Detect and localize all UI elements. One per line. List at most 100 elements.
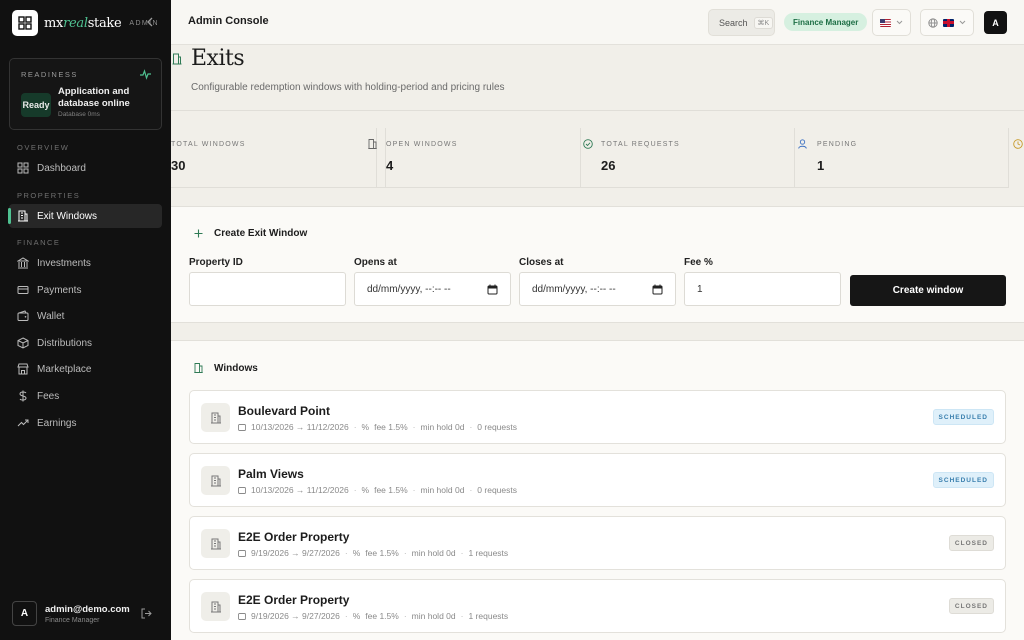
sidebar: mxrealstake ADMIN READINESS Ready Applic…	[0, 0, 171, 640]
window-name: Palm Views	[238, 467, 304, 481]
stat-total-requests: TOTAL REQUESTS 26	[581, 128, 795, 188]
meta-separator: ·	[344, 548, 348, 558]
activity-icon	[140, 69, 151, 80]
calendar-icon	[238, 487, 246, 494]
sidebar-item-exit-windows[interactable]: Exit Windows	[8, 204, 162, 228]
language-select[interactable]	[920, 9, 974, 36]
percent-icon: %	[361, 422, 370, 432]
window-dates: 9/19/2026 → 9/27/2026	[251, 611, 340, 621]
readiness-card: READINESS Ready Application and database…	[9, 58, 162, 130]
user-icon	[798, 139, 807, 149]
calendar-icon	[238, 550, 246, 557]
building-icon	[18, 210, 28, 222]
role-badge: Finance Manager	[784, 13, 868, 31]
sidebar-item-label: Fees	[37, 390, 60, 402]
fee-label: Fee %	[684, 257, 713, 268]
stat-value: 1	[817, 158, 825, 173]
brand-real: real	[63, 15, 88, 31]
percent-icon: %	[361, 485, 370, 495]
window-hold: min hold 0d	[411, 611, 456, 621]
meta-separator: ·	[460, 611, 464, 621]
readiness-message: Application and database online	[58, 86, 130, 109]
meta-separator: ·	[353, 485, 357, 495]
calendar-icon[interactable]	[487, 284, 498, 295]
wallet-icon	[17, 310, 29, 321]
opens-at-input[interactable]: dd/mm/yyyy, --:-- --	[354, 272, 511, 306]
avatar[interactable]: A	[12, 601, 37, 626]
credit-card-icon	[17, 286, 29, 294]
fee-input[interactable]: 1	[684, 272, 841, 306]
stat-divider	[171, 128, 377, 188]
readiness-sub: Database 0ms	[58, 111, 100, 118]
building-icon	[172, 53, 182, 65]
building-icon	[368, 139, 377, 149]
chevron-left-icon	[147, 17, 153, 27]
window-meta: 10/13/2026 → 11/12/2026 · % fee 1.5% · m…	[238, 422, 517, 432]
status-badge: CLOSED	[948, 535, 994, 551]
chevron-down-icon	[896, 20, 903, 25]
meta-separator: ·	[469, 485, 473, 495]
window-card[interactable]: E2E Order Property 9/19/2026 → 9/27/2026…	[189, 516, 1006, 570]
window-hold: min hold 0d	[420, 422, 465, 432]
page-header: Exits Configurable redemption windows wi…	[171, 45, 1024, 111]
brand[interactable]: mxrealstake ADMIN	[12, 10, 159, 36]
meta-separator: ·	[353, 422, 357, 432]
dashboard-icon	[17, 162, 29, 174]
sidebar-item-label: Dashboard	[37, 162, 86, 174]
window-name: E2E Order Property	[238, 530, 350, 544]
region-select[interactable]	[872, 9, 911, 36]
window-card[interactable]: Boulevard Point 10/13/2026 → 11/12/2026 …	[189, 390, 1006, 444]
sidebar-item-label: Wallet	[37, 310, 65, 322]
closes-at-input[interactable]: dd/mm/yyyy, --:-- --	[519, 272, 676, 306]
window-meta: 9/19/2026 → 9/27/2026 · % fee 1.5% · min…	[238, 548, 508, 558]
stat-label: PENDING	[817, 141, 858, 148]
sidebar-item-earnings[interactable]: Earnings	[9, 411, 162, 435]
sidebar-item-payments[interactable]: Payments	[9, 278, 162, 302]
window-meta: 10/13/2026 → 11/12/2026 · % fee 1.5% · m…	[238, 485, 517, 495]
window-card[interactable]: Palm Views 10/13/2026 → 11/12/2026 · % f…	[189, 453, 1006, 507]
create-section-title: Create Exit Window	[214, 228, 308, 239]
stat-pending: PENDING 1	[795, 128, 1009, 188]
window-name: E2E Order Property	[238, 593, 350, 607]
console-title: Admin Console	[188, 15, 269, 27]
search-shortcut: ⌘K	[753, 16, 774, 29]
window-hold: min hold 0d	[420, 485, 465, 495]
window-hold: min hold 0d	[411, 548, 456, 558]
windows-panel: Windows Boulevard Point 10/13/2026 → 11/…	[171, 340, 1024, 640]
logout-icon[interactable]	[141, 608, 152, 619]
top-bar: Admin Console Search ⌘K Finance Manager …	[171, 0, 1024, 45]
sidebar-item-fees[interactable]: Fees	[9, 384, 162, 408]
meta-separator: ·	[403, 548, 407, 558]
create-window-button[interactable]: Create window	[850, 275, 1006, 306]
brand-prefix: mx	[44, 15, 64, 31]
sidebar-item-distributions[interactable]: Distributions	[9, 331, 162, 355]
meta-separator: ·	[412, 422, 416, 432]
meta-separator: ·	[460, 548, 464, 558]
opens-at-placeholder: dd/mm/yyyy, --:-- --	[367, 283, 451, 295]
sidebar-item-label: Earnings	[37, 417, 77, 429]
header-avatar[interactable]: A	[984, 11, 1007, 34]
create-exit-window-panel: Create Exit Window Property ID Opens at …	[171, 206, 1024, 323]
collapse-sidebar-button[interactable]	[144, 15, 156, 29]
window-requests: 0 requests	[477, 485, 517, 495]
sidebar-item-wallet[interactable]: Wallet	[9, 304, 162, 328]
property-id-label: Property ID	[189, 257, 243, 268]
meta-separator: ·	[344, 611, 348, 621]
status-badge: CLOSED	[948, 598, 994, 614]
closes-at-placeholder: dd/mm/yyyy, --:-- --	[532, 283, 616, 295]
windows-section-title: Windows	[214, 363, 258, 374]
sidebar-item-investments[interactable]: Investments	[9, 251, 162, 275]
window-dates: 10/13/2026 → 11/12/2026	[251, 422, 349, 432]
store-icon	[17, 363, 29, 375]
window-dates: 10/13/2026 → 11/12/2026	[251, 485, 349, 495]
percent-icon: %	[352, 548, 361, 558]
stat-open-windows: OPEN WINDOWS 4	[367, 128, 581, 188]
property-id-input[interactable]	[189, 272, 346, 306]
calendar-icon[interactable]	[652, 284, 663, 295]
window-card[interactable]: E2E Order Property 9/19/2026 → 9/27/2026…	[189, 579, 1006, 633]
ready-status-badge: Ready	[21, 93, 51, 117]
search-button[interactable]: Search ⌘K	[708, 9, 775, 36]
sidebar-item-marketplace[interactable]: Marketplace	[9, 357, 162, 381]
sidebar-item-dashboard[interactable]: Dashboard	[9, 156, 162, 180]
meta-separator: ·	[469, 422, 473, 432]
